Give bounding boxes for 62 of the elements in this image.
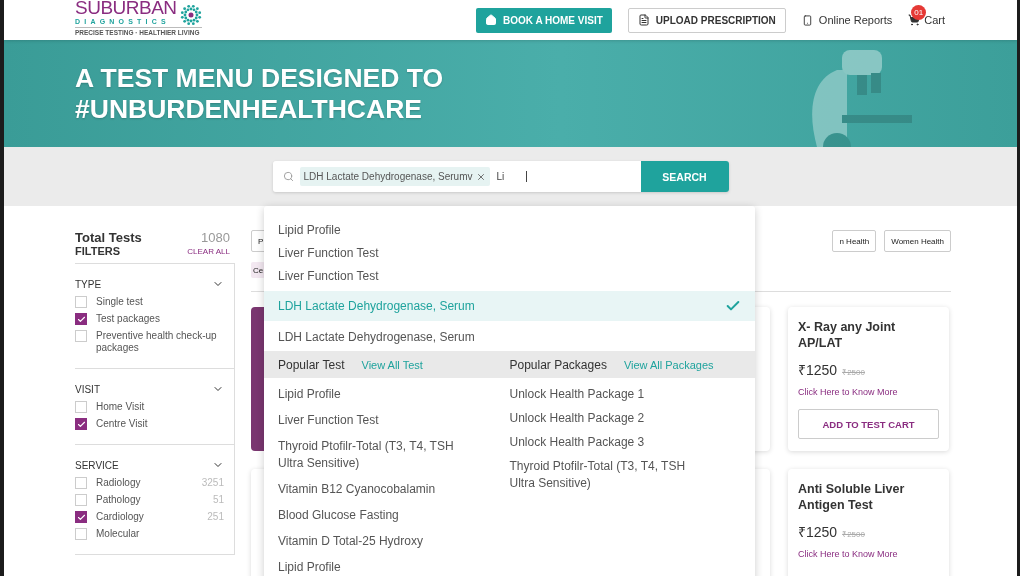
popular-item[interactable]: Blood Glucose Fasting	[278, 507, 478, 524]
filter-option[interactable]: Centre Visit	[75, 418, 224, 430]
checkbox[interactable]	[75, 418, 87, 430]
filter-group-header[interactable]: VISIT	[75, 383, 224, 395]
old-price: ₹2500	[842, 529, 865, 539]
search-input[interactable]: Li	[496, 171, 528, 182]
logo-wordmark: SUBURBAN	[75, 0, 177, 17]
old-price: ₹2500	[842, 367, 865, 377]
option-count: 3251	[201, 477, 224, 489]
option-count: 51	[212, 494, 224, 506]
home-icon	[485, 14, 497, 26]
add-to-cart-button[interactable]: ADD TO TEST CART	[798, 409, 939, 439]
section-title: Popular Test	[278, 357, 345, 372]
filter-option[interactable]: Pathology 51	[75, 494, 224, 506]
popular-item[interactable]: Unlock Health Package 3	[509, 434, 710, 451]
suggestion-item[interactable]: LDH Lactate Dehydrogenase, Serum	[264, 325, 755, 348]
remove-icon[interactable]	[476, 171, 487, 182]
option-count: 251	[207, 511, 224, 523]
filter-option[interactable]: Molecular	[75, 528, 224, 540]
price: ₹1250	[798, 523, 838, 541]
suggestion-item[interactable]: Liver Function Test	[264, 264, 755, 287]
filters-label: FILTERS	[75, 245, 121, 257]
phone-icon	[801, 14, 813, 26]
dotted-circle-logo-icon	[179, 3, 202, 26]
popular-item[interactable]: Thyroid Ptofilr-Total (T3, T4, TSH Ultra Sensitive)	[509, 458, 710, 492]
filter-option[interactable]: Home Visit	[75, 401, 224, 413]
filter-option[interactable]: Radiology 3251	[75, 477, 224, 489]
test-title: Anti Soluble Liver Antigen Test	[798, 481, 906, 513]
total-tests-label: Total Tests	[75, 230, 143, 245]
filter-chip[interactable]: Ce	[251, 262, 266, 278]
reports-link[interactable]: Online Reports	[801, 7, 893, 33]
hero-title: A TEST MENU DESIGNED TO #UNBURDENHEALTHCARE	[75, 62, 444, 125]
total-tests-count: 1080	[200, 230, 230, 245]
filter-option[interactable]: Preventive health check-up packages	[75, 330, 224, 354]
filter-option[interactable]: Single test	[75, 296, 224, 308]
filter-option[interactable]: Test packages	[75, 313, 224, 325]
filter-chip[interactable]: Women Health	[884, 230, 951, 252]
test-title: X- Ray any Joint AP/LAT	[798, 319, 897, 351]
popular-item[interactable]: Lipid Profile	[278, 559, 478, 576]
know-more-link[interactable]: Click Here to Know More	[798, 387, 939, 397]
popular-item[interactable]: Lipid Profile	[278, 386, 478, 403]
popular-item[interactable]: Liver Function Test	[278, 412, 478, 429]
popular-item[interactable]: Vitamin B12 Cyanocobalamin	[278, 481, 478, 498]
filter-option[interactable]: Cardiology 251	[75, 511, 224, 523]
selected-test-tag: LDH Lactate Dehydrogenase, Serumv	[299, 167, 491, 186]
filter-group-header[interactable]: SERVICE	[75, 459, 224, 471]
price: ₹1250	[798, 361, 838, 379]
clear-all-link[interactable]: CLEAR ALL	[187, 246, 230, 256]
checkbox[interactable]	[75, 313, 87, 325]
popular-item[interactable]: Unlock Health Package 2	[509, 410, 710, 427]
popular-item[interactable]: Thyroid Ptofilr-Total (T3, T4, TSH Ultra Sensitive)	[278, 438, 478, 472]
checkbox[interactable]	[75, 511, 87, 523]
filter-chip[interactable]: n Health	[832, 230, 877, 252]
search-icon	[282, 171, 294, 182]
header-button[interactable]: UPLOAD PRESCRIPTION	[627, 7, 786, 33]
document-icon	[637, 14, 650, 26]
popular-item[interactable]: Vitamin D Total-25 Hydroxy	[278, 533, 478, 550]
section-title: Popular Packages	[509, 357, 607, 372]
filter-group-header[interactable]: TYPE	[75, 278, 224, 290]
search-field[interactable]: LDH Lactate Dehydrogenase, Serumv Li	[272, 161, 641, 192]
know-more-link[interactable]: Click Here to Know More	[798, 549, 939, 559]
popular-item[interactable]: Unlock Health Package 1	[509, 386, 710, 403]
